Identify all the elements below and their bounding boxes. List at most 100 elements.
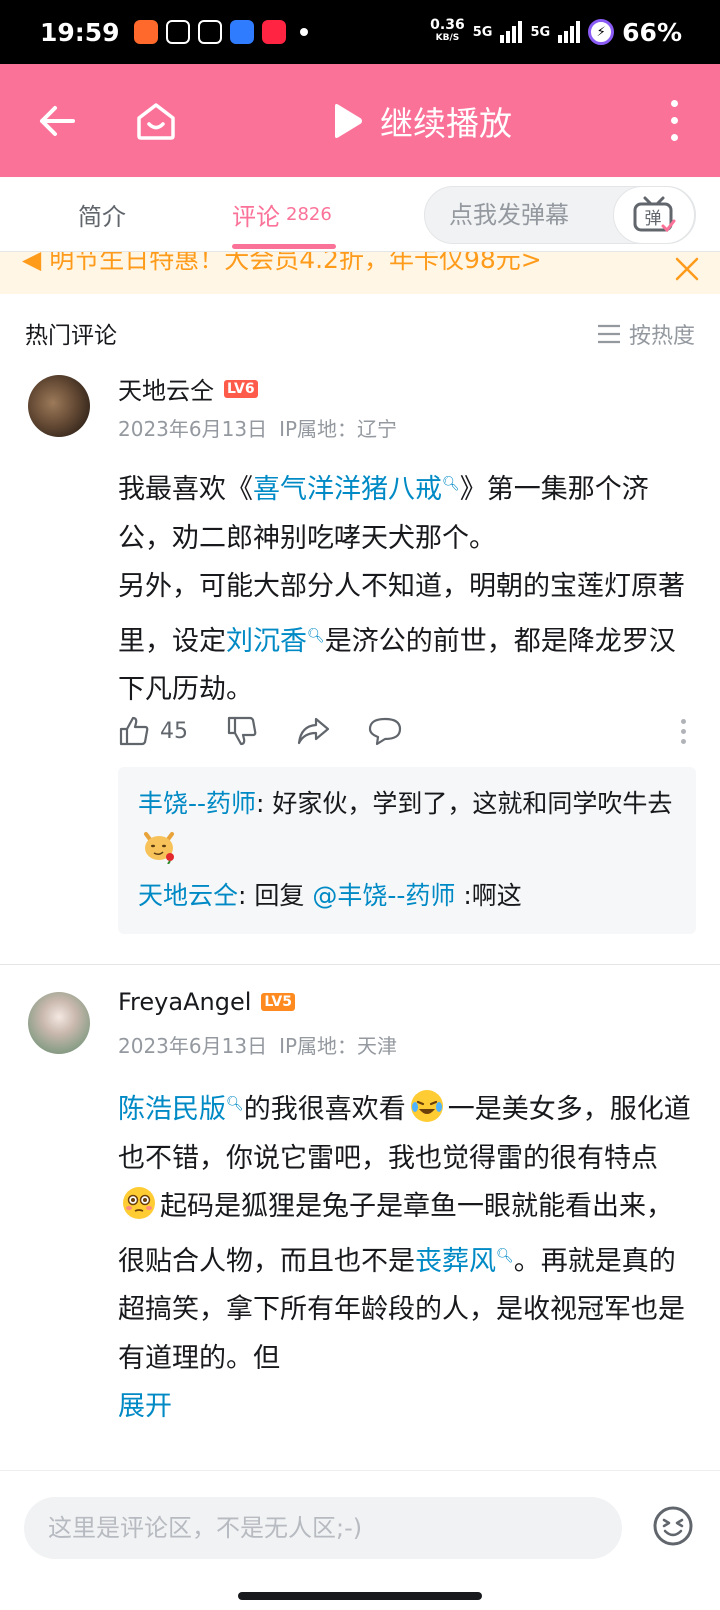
tab-intro[interactable]: 简介 bbox=[78, 177, 126, 252]
more-options-button[interactable] bbox=[664, 64, 684, 177]
network-type-1: 5G bbox=[472, 24, 493, 40]
home-indicator[interactable] bbox=[238, 1592, 482, 1600]
comment-username[interactable]: 天地云仝 LV6 bbox=[118, 371, 258, 406]
share-button[interactable] bbox=[296, 716, 330, 746]
tab-intro-label: 简介 bbox=[78, 203, 126, 231]
network-type-2: 5G bbox=[530, 24, 551, 40]
laughing-tears-emoji-icon bbox=[410, 1090, 443, 1122]
comment-more-button[interactable] bbox=[681, 718, 686, 744]
username-text: FreyaAngel bbox=[118, 988, 252, 1016]
svg-text:弹: 弹 bbox=[645, 209, 662, 229]
comment-divider bbox=[0, 964, 720, 965]
thumbs-down-icon bbox=[227, 716, 257, 746]
search-icon: 🔍︎ bbox=[226, 1096, 244, 1112]
comment-ip: IP属地：辽宁 bbox=[279, 417, 398, 441]
tiktok-icon bbox=[165, 20, 190, 44]
more-notifications-icon bbox=[299, 28, 308, 36]
comment-body: 我最喜欢《喜气洋洋猪八戒🔍︎》第一集那个济公，劝二郎神别吃哮天犬那个。 另外，可… bbox=[118, 460, 698, 715]
expand-button[interactable]: 展开 bbox=[118, 1391, 172, 1422]
reply-username[interactable]: 天地云仝 bbox=[138, 881, 238, 910]
tab-bar: 简介 评论 2826 点我发弹幕 弹 bbox=[0, 177, 720, 252]
like-count: 45 bbox=[160, 718, 188, 744]
notification-app-icon bbox=[133, 20, 158, 44]
danmaku-placeholder: 点我发弹幕 bbox=[449, 201, 569, 229]
bilibili-icon bbox=[197, 20, 222, 44]
comment-ip: IP属地：天津 bbox=[279, 1034, 398, 1058]
comment-actions: 45 bbox=[118, 711, 686, 751]
reply-button[interactable] bbox=[368, 716, 402, 746]
continue-play-button[interactable]: 继续播放 bbox=[330, 64, 512, 177]
promo-text: ◀ 明节生日特惠！大会员4.2折，年卡仅98元> bbox=[22, 252, 542, 274]
app-icon-red bbox=[261, 20, 286, 44]
comment-meta: 2023年6月13日 IP属地：天津 bbox=[118, 1030, 397, 1059]
search-link[interactable]: 刘沉香🔍︎ bbox=[226, 626, 325, 657]
search-link[interactable]: 陈浩民版🔍︎ bbox=[118, 1094, 244, 1125]
dislike-button[interactable] bbox=[226, 715, 258, 747]
comment-date: 2023年6月13日 bbox=[118, 1034, 268, 1058]
signal-icon-2 bbox=[558, 21, 581, 43]
search-icon: 🔍︎ bbox=[496, 1247, 514, 1264]
tab-comments[interactable]: 评论 2826 bbox=[232, 177, 332, 252]
reply-text: : 回复 bbox=[238, 881, 313, 910]
reply-text: : 好家伙，学到了，这就和同学吹牛去 bbox=[256, 789, 673, 818]
battery-charging-icon: ⚡ bbox=[588, 19, 615, 45]
thumbs-up-icon bbox=[119, 716, 149, 746]
emoji-picker-icon[interactable] bbox=[652, 1505, 694, 1547]
comment-username[interactable]: FreyaAngel LV5 bbox=[118, 988, 295, 1016]
tab-comments-label: 评论 bbox=[232, 203, 280, 231]
network-speed-unit: KB/S bbox=[435, 33, 460, 43]
share-icon bbox=[297, 717, 330, 745]
promo-banner[interactable]: ◀ 明节生日特惠！大会员4.2折，年卡仅98元> bbox=[0, 252, 720, 294]
signal-icon-1 bbox=[500, 21, 523, 43]
back-button[interactable] bbox=[30, 64, 84, 177]
search-link[interactable]: 丧葬风🔍︎ bbox=[415, 1246, 514, 1277]
home-button[interactable] bbox=[128, 64, 184, 177]
danmaku-input[interactable]: 点我发弹幕 弹 bbox=[424, 186, 696, 244]
status-time: 19:59 bbox=[40, 17, 120, 47]
comment-input[interactable]: 这里是评论区，不是无人区;-) bbox=[24, 1497, 622, 1559]
sort-list-icon bbox=[597, 324, 620, 344]
more-dot-icon bbox=[670, 117, 678, 124]
danmaku-toggle-button[interactable]: 弹 bbox=[613, 186, 695, 244]
network-speed-value: 0.36 bbox=[430, 17, 465, 33]
search-link-text: 丧葬风 bbox=[415, 1245, 496, 1277]
comment-date: 2023年6月13日 bbox=[118, 417, 268, 441]
network-speed: 0.36 KB/S bbox=[430, 17, 465, 45]
battery-percent: 66% bbox=[622, 17, 682, 47]
section-title: 热门评论 bbox=[25, 323, 117, 349]
more-dot-icon bbox=[681, 728, 686, 734]
avatar[interactable] bbox=[28, 992, 90, 1054]
comment-bubble-icon bbox=[368, 717, 402, 746]
comment-text: 我最喜欢《 bbox=[118, 474, 253, 505]
dog-rose-emoji-icon bbox=[144, 832, 174, 864]
avatar[interactable] bbox=[28, 375, 90, 437]
username-text: 天地云仝 bbox=[118, 377, 214, 405]
comment-body: 陈浩民版🔍︎的我很喜欢看 一是美女多，服化道也不错，你说它雷吧，我也觉得雷的很有特… bbox=[118, 1080, 698, 1432]
video-header: 继续播放 bbox=[0, 64, 720, 177]
sort-by-hot-button[interactable]: 按热度 bbox=[597, 318, 695, 350]
more-dot-icon bbox=[681, 718, 686, 724]
level-badge: LV5 bbox=[261, 993, 295, 1011]
reply-mention[interactable]: @丰饶--药师 bbox=[312, 881, 455, 910]
more-dot-icon bbox=[670, 134, 678, 141]
danmaku-tv-icon: 弹 bbox=[633, 196, 676, 233]
comment-count: 2826 bbox=[286, 204, 332, 225]
search-icon: 🔍︎ bbox=[307, 627, 325, 644]
app-icon-blue bbox=[229, 20, 254, 44]
active-tab-indicator bbox=[232, 244, 336, 249]
comment-text: 的我很喜欢看 bbox=[243, 1094, 406, 1125]
like-button[interactable]: 45 bbox=[118, 715, 188, 747]
search-link-text: 陈浩民版 bbox=[118, 1094, 226, 1125]
arrow-left-icon bbox=[40, 105, 75, 136]
reply-item: 天地云仝: 回复 @丰饶--药师 :啊这 bbox=[138, 873, 676, 919]
reply-item: 丰饶--药师: 好家伙，学到了，这就和同学吹牛去 bbox=[138, 781, 676, 873]
comment-input-bar: 这里是评论区，不是无人区;-) bbox=[0, 1470, 720, 1610]
search-link-text: 喜气洋洋猪八戒 bbox=[253, 474, 442, 505]
level-badge: LV6 bbox=[224, 379, 258, 398]
reply-preview[interactable]: 丰饶--药师: 好家伙，学到了，这就和同学吹牛去 天地云仝: 回复 @丰饶--药… bbox=[118, 767, 696, 934]
sort-label: 按热度 bbox=[628, 324, 695, 349]
close-icon[interactable] bbox=[672, 254, 702, 284]
home-icon bbox=[137, 102, 175, 140]
reply-username[interactable]: 丰饶--药师 bbox=[138, 789, 256, 818]
search-link[interactable]: 喜气洋洋猪八戒🔍︎ bbox=[253, 474, 460, 505]
